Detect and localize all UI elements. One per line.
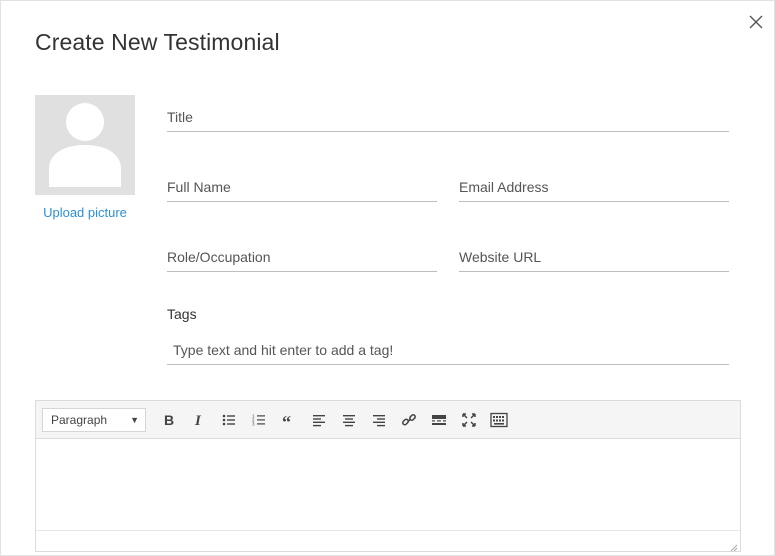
role-field-wrapper: [167, 242, 437, 272]
avatar-placeholder[interactable]: [35, 95, 135, 195]
format-select[interactable]: Paragraph ▼: [42, 407, 146, 432]
role-input[interactable]: [167, 242, 437, 271]
close-icon[interactable]: [747, 13, 765, 31]
toolbar-toggle-icon[interactable]: [484, 406, 514, 434]
align-right-icon[interactable]: [364, 406, 394, 434]
upload-picture-link[interactable]: Upload picture: [35, 205, 135, 220]
blockquote-icon[interactable]: “: [274, 406, 304, 434]
fullscreen-icon[interactable]: [454, 406, 484, 434]
chevron-down-icon: ▼: [130, 414, 139, 425]
resize-handle-icon[interactable]: [728, 539, 738, 552]
title-field-wrapper: [167, 102, 729, 132]
website-field-wrapper: [459, 242, 729, 272]
align-center-icon[interactable]: [334, 406, 364, 434]
svg-text:I: I: [194, 413, 202, 427]
editor-content-area[interactable]: [36, 439, 740, 531]
svg-text:3: 3: [252, 421, 255, 426]
email-field-wrapper: [459, 172, 729, 202]
numbered-list-icon[interactable]: 1 2 3: [244, 406, 274, 434]
title-input[interactable]: [167, 102, 729, 131]
website-input[interactable]: [459, 242, 729, 271]
editor-toolbar: Paragraph ▼ B I 1 2 3 “: [36, 401, 740, 439]
tags-label: Tags: [167, 306, 197, 322]
tags-input[interactable]: [173, 335, 729, 364]
svg-text:B: B: [164, 413, 174, 427]
align-left-icon[interactable]: [304, 406, 334, 434]
create-testimonial-dialog: Create New Testimonial Upload picture Ta…: [0, 0, 775, 556]
format-select-value: Paragraph: [51, 412, 108, 427]
read-more-icon[interactable]: [424, 406, 454, 434]
user-silhouette-icon: [49, 103, 121, 187]
svg-text:“: “: [282, 413, 291, 427]
italic-icon[interactable]: I: [184, 406, 214, 434]
full-name-field-wrapper: [167, 172, 437, 202]
full-name-input[interactable]: [167, 172, 437, 201]
bold-icon[interactable]: B: [154, 406, 184, 434]
rich-text-editor: Paragraph ▼ B I 1 2 3 “: [35, 400, 741, 552]
email-input[interactable]: [459, 172, 729, 201]
bullet-list-icon[interactable]: [214, 406, 244, 434]
tags-field-wrapper: [167, 335, 729, 365]
dialog-title: Create New Testimonial: [35, 29, 280, 55]
link-icon[interactable]: [394, 406, 424, 434]
